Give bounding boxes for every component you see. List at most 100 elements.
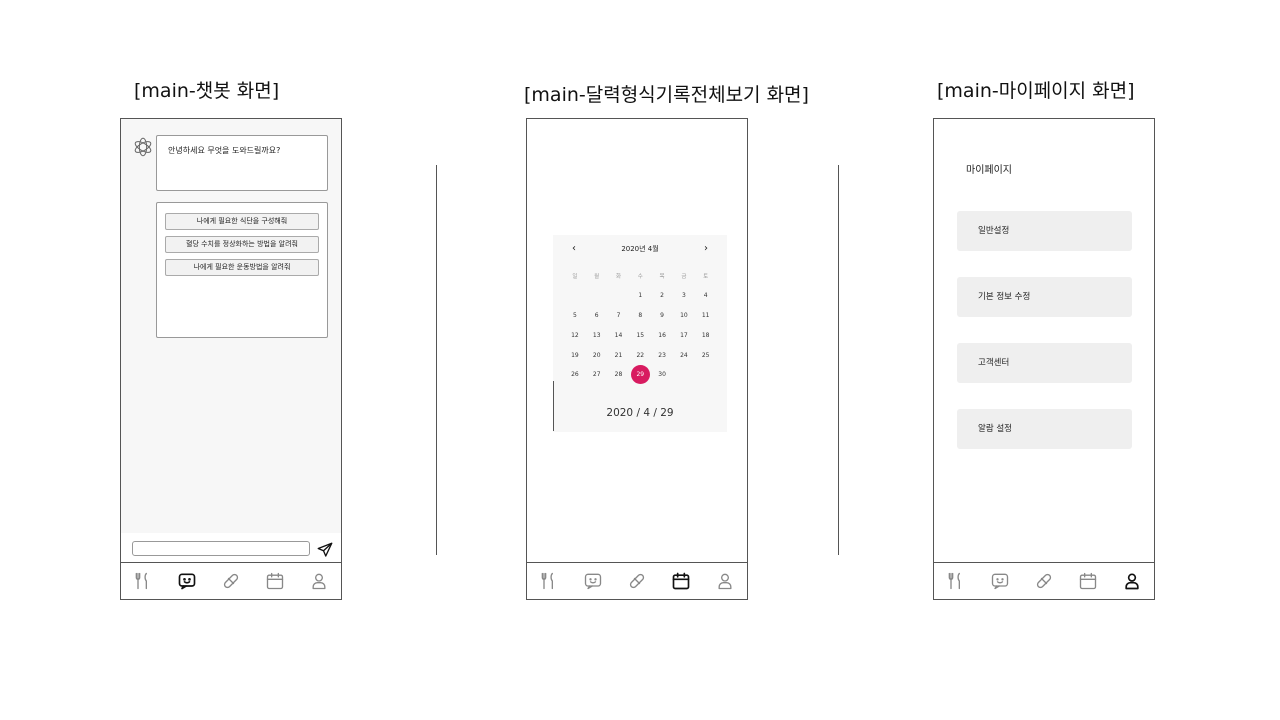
weekday-label: 금: [681, 273, 687, 280]
empty-day-cell: [564, 286, 586, 306]
day-cell[interactable]: 23: [651, 345, 673, 365]
day-cell[interactable]: 21: [608, 345, 630, 365]
mypage-screen-caption: [main-마이페이지 화면]: [937, 80, 1135, 102]
bottom-nav: [934, 562, 1154, 599]
nav-chat-bubble-icon[interactable]: [175, 569, 199, 593]
nav-person-icon[interactable]: [713, 569, 737, 593]
nav-pill-icon[interactable]: [625, 569, 649, 593]
pill-icon: [629, 573, 645, 589]
menu-edit-basic-info[interactable]: 기본 정보 수정: [957, 277, 1132, 317]
calendar-edge-line: [553, 381, 554, 431]
chat-screen-caption: [main-챗봇 화면]: [134, 80, 280, 102]
suggestion-chip-diet[interactable]: 나에게 필요한 식단을 구성해줘: [165, 213, 319, 230]
day-cell[interactable]: 8: [629, 306, 651, 326]
day-cell[interactable]: 28: [608, 365, 630, 385]
bottom-nav: [527, 562, 747, 599]
weekday-label: 일: [572, 273, 578, 280]
menu-general-settings[interactable]: 일반설정: [957, 211, 1132, 251]
chatbot-logo-icon: [134, 137, 152, 157]
weekday-label: 월: [594, 273, 600, 280]
weekday-label: 토: [703, 273, 709, 280]
divider-left: [436, 165, 437, 555]
message-input[interactable]: [132, 541, 310, 556]
person-icon: [312, 573, 326, 590]
nav-pill-icon[interactable]: [219, 569, 243, 593]
menu-customer-center[interactable]: 고객센터: [957, 343, 1132, 383]
fork-knife-icon: [541, 572, 553, 590]
selected-date-text: 2020 / 4 / 29: [606, 407, 674, 419]
nav-person-icon[interactable]: [307, 569, 331, 593]
next-month-chevron-icon[interactable]: ›: [699, 242, 713, 256]
bottom-nav: [121, 562, 341, 599]
calendar-screen-caption: [main-달력형식기록전체보기 화면]: [524, 84, 809, 106]
calendar-widget: ‹ 2020년 4월 › 일 월 화 수 목 금 토 1 2 3 4 5 6 7 8 9 10 11 12 13 14 1…: [553, 235, 727, 432]
day-cell[interactable]: 11: [695, 306, 717, 326]
day-cell[interactable]: 6: [586, 306, 608, 326]
pill-icon: [1036, 573, 1052, 589]
day-cell[interactable]: 24: [673, 345, 695, 365]
fork-knife-icon: [135, 572, 147, 590]
suggestion-chip-exercise[interactable]: 나에게 필요한 운동방법을 알려줘: [165, 259, 319, 276]
day-cell[interactable]: 19: [564, 345, 586, 365]
day-cell[interactable]: 10: [673, 306, 695, 326]
nav-chat-bubble-icon[interactable]: [581, 569, 605, 593]
chat-bubble-icon: [178, 573, 196, 590]
day-cell[interactable]: 25: [695, 345, 717, 365]
day-cell[interactable]: 13: [586, 325, 608, 345]
weekday-label: 화: [615, 273, 622, 280]
day-cell[interactable]: 2: [651, 286, 673, 306]
calendar-icon: [672, 572, 690, 590]
nav-chat-bubble-icon[interactable]: [988, 569, 1012, 593]
day-cell[interactable]: 26: [564, 365, 586, 385]
empty-day-cell: [608, 286, 630, 306]
day-cell[interactable]: 5: [564, 306, 586, 326]
person-icon: [718, 573, 732, 590]
day-cell[interactable]: 1: [629, 286, 651, 306]
nav-calendar-icon[interactable]: [263, 569, 287, 593]
suggestion-box: 나에게 필요한 식단을 구성해줘 혈당 수치를 정상화하는 방법을 알려줘 나에…: [156, 202, 328, 338]
suggestion-chip-blood-sugar[interactable]: 혈당 수치를 정상화하는 방법을 알려줘: [165, 236, 319, 253]
nav-person-icon[interactable]: [1120, 569, 1144, 593]
day-cell[interactable]: 12: [564, 325, 586, 345]
day-cell[interactable]: 18: [695, 325, 717, 345]
day-cell[interactable]: 17: [673, 325, 695, 345]
day-cell[interactable]: 14: [608, 325, 630, 345]
nav-pill-icon[interactable]: [1032, 569, 1056, 593]
pill-icon: [223, 573, 239, 589]
nav-fork-knife-icon[interactable]: [537, 569, 561, 593]
calendar-icon: [266, 572, 284, 590]
day-cell[interactable]: 7: [608, 306, 630, 326]
divider-right: [838, 165, 839, 555]
nav-calendar-icon[interactable]: [669, 569, 693, 593]
chatbot-screen: 안녕하세요 무엇을 도와드릴까요? 나에게 필요한 식단을 구성해줘 혈당 수치…: [120, 118, 342, 600]
day-cell[interactable]: 27: [586, 365, 608, 385]
day-cell[interactable]: 16: [651, 325, 673, 345]
calendar-grid: 일 월 화 수 목 금 토 1 2 3 4 5 6 7 8 9 10 11 12 13 14 15 16 17 18 19 20 21…: [564, 266, 717, 385]
day-cell[interactable]: 30: [651, 365, 673, 385]
weekday-label: 목: [659, 273, 665, 280]
day-cell[interactable]: 20: [586, 345, 608, 365]
menu-alarm-settings[interactable]: 알람 설정: [957, 409, 1132, 449]
nav-fork-knife-icon[interactable]: [131, 569, 155, 593]
nav-calendar-icon[interactable]: [1076, 569, 1100, 593]
selected-day-cell[interactable]: 29: [629, 365, 651, 385]
day-cell[interactable]: 9: [651, 306, 673, 326]
person-icon: [1125, 573, 1139, 590]
mypage-screen: 마이페이지 일반설정 기본 정보 수정 고객센터 알람 설정: [933, 118, 1155, 600]
send-icon[interactable]: [316, 541, 334, 559]
nav-fork-knife-icon[interactable]: [944, 569, 968, 593]
chat-bubble-icon: [991, 573, 1009, 590]
weekday-label: 수: [637, 273, 643, 280]
day-cell[interactable]: 4: [695, 286, 717, 306]
chatbot-greeting-bubble: 안녕하세요 무엇을 도와드릴까요?: [156, 135, 328, 191]
empty-day-cell: [586, 286, 608, 306]
calendar-icon: [1079, 572, 1097, 590]
calendar-screen: ‹ 2020년 4월 › 일 월 화 수 목 금 토 1 2 3 4 5 6 7 8 9 10 11 12 13 14 1…: [526, 118, 748, 600]
day-cell[interactable]: 22: [629, 345, 651, 365]
day-cell[interactable]: 3: [673, 286, 695, 306]
day-cell[interactable]: 15: [629, 325, 651, 345]
message-input-bar: [121, 533, 341, 565]
chat-bubble-icon: [584, 573, 602, 590]
page-title: 마이페이지: [966, 165, 1012, 176]
fork-knife-icon: [948, 572, 960, 590]
